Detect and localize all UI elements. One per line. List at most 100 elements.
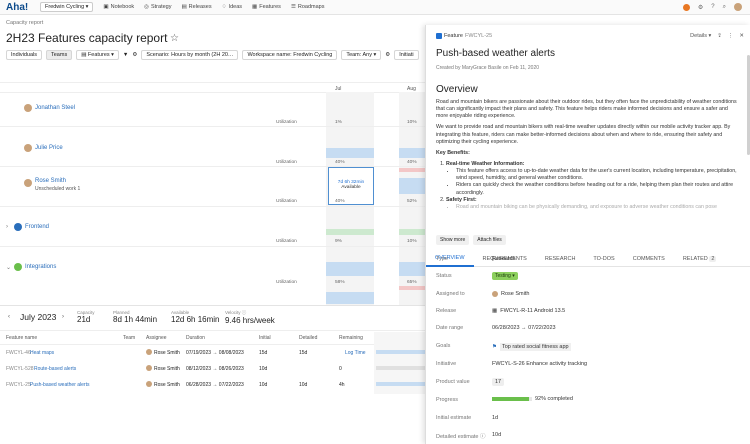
row-name-jonathan[interactable]: Jonathan Steel [35, 105, 75, 111]
star-icon[interactable]: ☆ [170, 33, 179, 44]
field-label: Goals [436, 343, 451, 349]
row-name-julie[interactable]: Julie Price [35, 145, 63, 151]
details-dropdown[interactable]: Details ▾ [690, 33, 711, 39]
utilization-value: 40% [335, 199, 345, 204]
more-icon[interactable]: ⋮ [728, 33, 734, 39]
table-row[interactable]: FWCYL-25 Push-based weather alerts Rose … [0, 378, 425, 392]
utilization-value: 58% [335, 280, 345, 285]
col-initial[interactable]: Initial [259, 335, 271, 341]
col-team[interactable]: Team [123, 335, 135, 341]
tab-todos[interactable]: TO-DOS [584, 252, 623, 266]
nav-roadmaps[interactable]: ☰ Roadmaps [291, 4, 325, 10]
field-progress[interactable]: 92% completed [492, 396, 573, 402]
stat-capacity: Capacity 21d [77, 310, 95, 324]
nav-ideas[interactable]: ♢ Ideas [222, 4, 242, 10]
field-goals[interactable]: ⚑ Top rated social fitness app [492, 343, 571, 351]
field-assigned[interactable]: Rose Smith [492, 291, 529, 297]
divider [0, 206, 425, 207]
table-row[interactable]: FWCYL-46 Heat maps Rose Smith 07/19/2023… [0, 346, 425, 360]
field-label: Initiative [436, 361, 457, 367]
utilization-label: Utilization [276, 239, 297, 244]
avatar [24, 144, 32, 152]
show-more-button[interactable]: Show more [436, 235, 470, 245]
scenario-filter[interactable]: Scenario: Hours by month (2H 20… [141, 50, 239, 60]
notebook-icon: ▣ [103, 4, 109, 10]
chevron-left-icon[interactable]: ‹ [8, 314, 10, 320]
close-icon[interactable]: ✕ [739, 33, 744, 39]
settings-icon[interactable]: ⚙ [698, 4, 703, 11]
flag-icon: ⚑ [492, 344, 497, 350]
nav-strategy[interactable]: ◎ Strategy [144, 4, 171, 10]
roadmaps-icon: ☰ [290, 4, 296, 10]
log-time-link[interactable]: Log Time [345, 350, 366, 356]
stat-available: Available 12d 6h 16min [171, 310, 220, 324]
field-release[interactable]: ▦ FWCYL-R-11 Android 13.5 [492, 308, 565, 314]
timeline-bar [376, 382, 425, 386]
utilization-value: 40% [335, 160, 345, 165]
workspace-filter[interactable]: Workspace name: Fredwin Cycling [242, 50, 338, 60]
field-label: Product value [436, 379, 470, 385]
field-type[interactable]: Research [492, 256, 516, 262]
chevron-right-icon[interactable]: › [6, 224, 8, 230]
row-name-rose[interactable]: Rose Smith [35, 178, 66, 184]
tab-overview[interactable]: OVERVIEW [426, 251, 474, 267]
divider [0, 330, 425, 331]
chevron-down-icon[interactable]: ⌄ [6, 264, 11, 271]
month-title: July 2023 [20, 312, 57, 322]
divider [0, 82, 425, 83]
available-label: Available [341, 185, 361, 190]
field-initiative[interactable]: FWCYL-S-26 Enhance activity tracking [492, 361, 587, 367]
settings-icon[interactable]: ⚙ [385, 52, 390, 58]
features-dropdown[interactable]: ▤ Features ▾ [76, 50, 119, 60]
individuals-toggle[interactable]: Individuals [6, 50, 42, 60]
tab-research[interactable]: RESEARCH [536, 252, 585, 266]
field-status[interactable]: Testing ▾ [492, 272, 518, 280]
initiative-filter[interactable]: Initiati [394, 50, 419, 60]
feature-detail-panel: Feature FWCYL-25 Details ▾ ⇪ ⋮ ✕ Push-ba… [425, 25, 750, 444]
capacity-bar [399, 148, 425, 158]
capacity-bar [399, 178, 425, 194]
filter-icon[interactable]: ▼ [123, 52, 128, 58]
chevron-right-icon[interactable]: › [62, 314, 64, 320]
help-icon[interactable]: ? [711, 4, 714, 10]
description[interactable]: Road and mountain bikers are passionate … [436, 99, 741, 211]
col-assignee[interactable]: Assignee [146, 335, 167, 341]
logo[interactable]: Aha! [6, 2, 34, 13]
avatar [146, 365, 152, 371]
tab-comments[interactable]: COMMENTS [624, 252, 674, 266]
workspace-selector[interactable]: Fredwin Cycling ▾ [40, 2, 94, 12]
field-detailed-estimate[interactable]: 10d [492, 432, 501, 438]
feature-title[interactable]: Push-based weather alerts [436, 48, 555, 59]
attach-files-button[interactable]: Attach files [473, 235, 506, 245]
breadcrumb[interactable]: Capacity report [6, 20, 43, 26]
team-icon [14, 223, 22, 231]
col-feature-name[interactable]: Feature name [6, 335, 37, 341]
overview-heading: Overview [436, 84, 478, 95]
row-name-frontend[interactable]: Frontend [25, 224, 49, 230]
col-remaining[interactable]: Remaining [339, 335, 363, 341]
field-label: Status [436, 273, 452, 279]
field-date-range[interactable]: 06/28/2023 → 07/22/2023 [492, 325, 556, 331]
utilization-label: Utilization [276, 280, 297, 285]
col-detailed[interactable]: Detailed [299, 335, 317, 341]
capacity-bar [399, 262, 425, 276]
nav-features[interactable]: ▦ Features [252, 4, 281, 10]
share-icon[interactable]: ⇪ [717, 33, 722, 39]
notification-icon[interactable] [682, 3, 690, 11]
gear-icon[interactable]: ⚙ [132, 52, 137, 58]
row-name-integrations[interactable]: Integrations [25, 264, 56, 270]
nav-releases[interactable]: ▤ Releases [181, 4, 211, 10]
page-title: 2H23 Features capacity report [6, 31, 168, 45]
field-initial-estimate[interactable]: 1d [492, 415, 498, 421]
teams-toggle[interactable]: Teams [46, 50, 73, 60]
col-duration[interactable]: Duration [186, 335, 205, 341]
field-label: Release [436, 308, 457, 314]
table-row[interactable]: FWCYL-528 Route-based alerts Rose Smith … [0, 362, 425, 376]
unscheduled-work[interactable]: Unscheduled work 1 [35, 186, 80, 192]
field-product-value[interactable]: 17 [492, 378, 505, 386]
nav-notebook[interactable]: ▣ Notebook [103, 4, 134, 10]
team-filter[interactable]: Team: Any ▾ [341, 50, 382, 60]
avatar[interactable] [734, 3, 742, 11]
search-icon[interactable]: ⌕ [723, 4, 726, 11]
tab-related[interactable]: RELATED 2 [674, 252, 726, 266]
